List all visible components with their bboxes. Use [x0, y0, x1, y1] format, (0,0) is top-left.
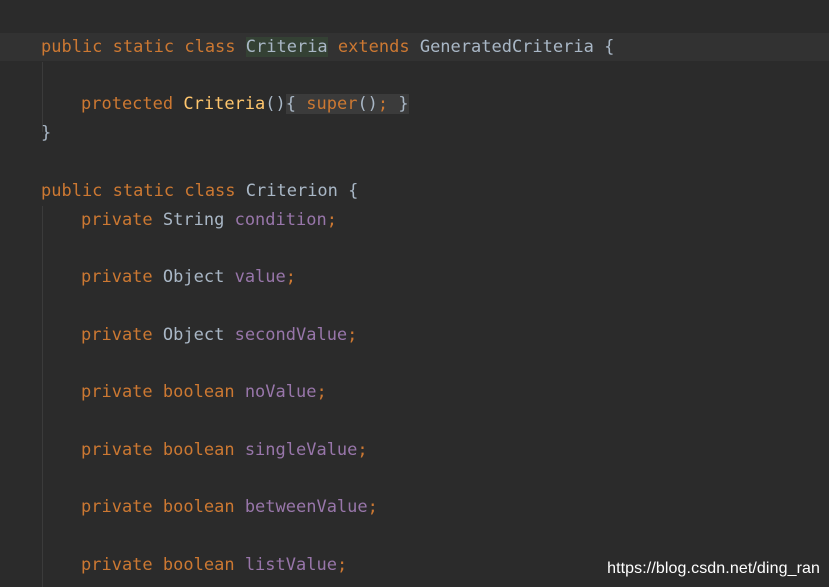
code-line-close-brace[interactable]: } — [41, 119, 51, 148]
field-modifier: private — [81, 440, 153, 460]
semicolon: ; — [336, 555, 348, 575]
field-name[interactable]: secondValue — [235, 325, 348, 345]
field-modifier: private — [81, 267, 153, 287]
semicolon: ; — [367, 497, 378, 517]
keyword-static: static — [112, 181, 175, 201]
field-type: boolean — [162, 382, 235, 402]
open-brace: { — [604, 37, 615, 57]
keyword-class: class — [184, 181, 236, 201]
watermark-url: https://blog.csdn.net/ding_ran — [607, 560, 820, 577]
field-line[interactable]: private boolean listValue; — [81, 551, 347, 580]
indent-guide — [42, 206, 43, 587]
field-name[interactable]: singleValue — [245, 440, 358, 460]
class-name-criterion[interactable]: Criterion — [246, 181, 338, 201]
keyword-protected: protected — [81, 94, 174, 114]
field-line[interactable]: private boolean singleValue; — [81, 436, 368, 465]
keyword-public: public — [41, 181, 103, 201]
keyword-super: super — [306, 94, 358, 114]
semicolon: ; — [347, 325, 358, 345]
open-brace: { — [348, 181, 359, 201]
field-modifier: private — [81, 555, 153, 575]
field-name[interactable]: condition — [235, 210, 327, 230]
call-parens: () — [357, 94, 378, 114]
field-modifier: private — [81, 382, 153, 402]
keyword-static: static — [112, 37, 175, 57]
field-name[interactable]: betweenValue — [245, 497, 368, 517]
open-brace: { — [285, 94, 296, 114]
semicolon: ; — [377, 94, 389, 114]
field-line[interactable]: private String condition; — [81, 206, 337, 235]
field-line[interactable]: private Object secondValue; — [81, 321, 357, 350]
code-line-constructor[interactable]: protected Criteria(){ super(); } — [81, 90, 409, 119]
field-line[interactable]: private boolean noValue; — [81, 378, 327, 407]
keyword-extends: extends — [337, 37, 410, 57]
keyword-class: class — [184, 37, 236, 57]
semicolon: ; — [357, 440, 368, 460]
field-modifier: private — [81, 325, 153, 345]
field-type[interactable]: Object — [163, 267, 224, 287]
semicolon: ; — [316, 382, 327, 402]
field-name[interactable]: noValue — [245, 382, 317, 402]
field-type[interactable]: String — [163, 210, 224, 230]
class-name-criteria[interactable]: Criteria — [245, 37, 328, 57]
field-line[interactable]: private boolean betweenValue; — [81, 493, 378, 522]
folded-body[interactable]: { super(); } — [285, 94, 409, 114]
field-name[interactable]: listValue — [245, 555, 337, 575]
code-line-class-criteria[interactable]: public static class Criteria extends Gen… — [41, 33, 614, 62]
semicolon: ; — [326, 210, 337, 230]
code-editor[interactable]: public static class Criteria extends Gen… — [0, 0, 829, 587]
field-type: boolean — [162, 440, 235, 460]
field-line[interactable]: private Object value; — [81, 263, 296, 292]
close-brace: } — [41, 123, 52, 143]
keyword-public: public — [41, 37, 103, 57]
constructor-parens: () — [265, 94, 286, 114]
field-type[interactable]: Object — [163, 325, 224, 345]
field-modifier: private — [81, 497, 153, 517]
field-name[interactable]: value — [235, 267, 286, 287]
field-modifier: private — [81, 210, 153, 230]
constructor-name[interactable]: Criteria — [183, 94, 265, 114]
field-type: boolean — [162, 555, 235, 575]
code-line-class-criterion[interactable]: public static class Criterion { — [41, 177, 358, 206]
semicolon: ; — [285, 267, 297, 287]
super-class-name[interactable]: GeneratedCriteria — [420, 37, 594, 57]
close-brace: } — [398, 94, 409, 114]
field-type: boolean — [162, 497, 235, 517]
